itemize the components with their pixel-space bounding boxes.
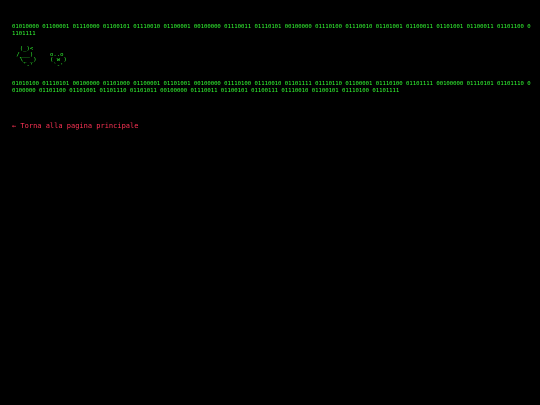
ascii-art: (_)< /___) o..o \_ _) ( w ) `-' `-'	[16, 46, 67, 69]
back-to-home-link[interactable]: ← Torna alla pagina principale	[12, 122, 138, 130]
page: 01010000 01100001 01110000 01100101 0111…	[0, 0, 540, 405]
binary-text-top: 01010000 01100001 01110000 01100101 0111…	[12, 24, 531, 37]
binary-text-bottom: 01010100 01110101 00100000 01101000 0110…	[12, 81, 531, 94]
